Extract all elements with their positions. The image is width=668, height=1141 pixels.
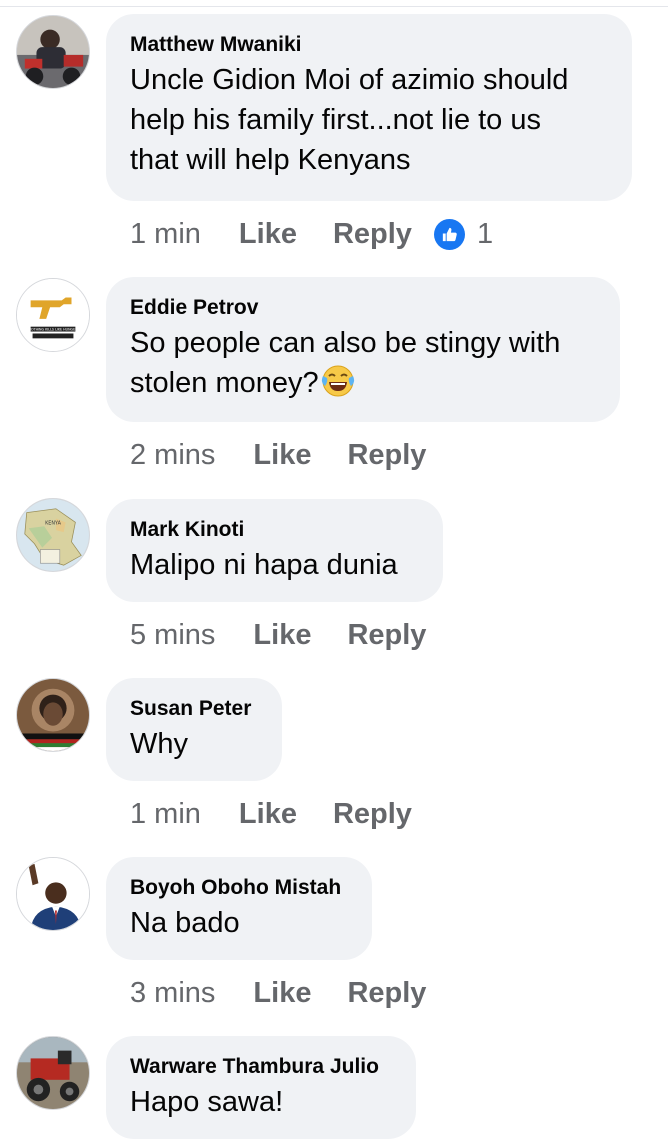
reaction-summary[interactable]: 1 <box>433 217 494 251</box>
comment-bubble: Mark Kinoti Malipo ni hapa dunia <box>106 499 443 602</box>
top-divider <box>0 0 668 7</box>
comment-author[interactable]: Susan Peter <box>130 696 258 722</box>
avatar[interactable] <box>16 1036 90 1110</box>
comment-timestamp[interactable]: 3 mins <box>130 977 215 1010</box>
like-button[interactable]: Like <box>253 619 311 652</box>
like-button[interactable]: Like <box>239 798 297 831</box>
avatar[interactable]: NOTHING KILLS LIKE HUNGER <box>16 278 90 352</box>
gun-logo-icon: NOTHING KILLS LIKE HUNGER <box>17 279 89 351</box>
portrait-photo-icon <box>17 679 89 751</box>
reply-button[interactable]: Reply <box>347 977 426 1010</box>
tractor-photo-icon <box>17 1037 89 1109</box>
reaction-count: 1 <box>476 217 494 250</box>
like-button[interactable]: Like <box>239 218 297 251</box>
avatar[interactable] <box>16 857 90 931</box>
avatar[interactable] <box>16 15 90 89</box>
comment-author[interactable]: Matthew Mwaniki <box>130 32 608 58</box>
comment-text: Malipo ni hapa dunia <box>130 549 398 581</box>
comment-text: So people can also be stingy with stolen… <box>130 327 561 399</box>
reply-button[interactable]: Reply <box>333 798 412 831</box>
face-with-tears-of-joy-icon <box>321 364 355 398</box>
comment-text: Why <box>130 728 188 760</box>
comment-text: Na bado <box>130 907 240 939</box>
reply-button[interactable]: Reply <box>347 439 426 472</box>
like-button[interactable]: Like <box>253 977 311 1010</box>
thumbs-up-icon <box>433 218 465 250</box>
person-photo-icon <box>17 16 89 88</box>
comment-bubble: Matthew Mwaniki Uncle Gidion Moi of azim… <box>106 14 632 201</box>
comment-actions: 5 mins Like Reply <box>130 615 426 655</box>
comment-author[interactable]: Eddie Petrov <box>130 295 596 321</box>
comment-actions: 3 mins Like Reply <box>130 973 426 1013</box>
comment-author[interactable]: Boyoh Oboho Mistah <box>130 875 348 901</box>
comment-bubble: Boyoh Oboho Mistah Na bado <box>106 857 372 960</box>
avatar[interactable] <box>16 678 90 752</box>
comment-author[interactable]: Warware Thambura Julio <box>130 1054 392 1080</box>
reply-button[interactable]: Reply <box>333 218 412 251</box>
comment-actions: 1 min Like Reply 1 <box>130 214 493 254</box>
comment-bubble: Susan Peter Why <box>106 678 282 781</box>
comment-actions: 2 mins Like Reply <box>130 435 426 475</box>
comment-text: Uncle Gidion Moi of azimio should help h… <box>130 64 569 176</box>
reply-button[interactable]: Reply <box>347 619 426 652</box>
svg-text:KENYA: KENYA <box>45 520 61 526</box>
like-button[interactable]: Like <box>253 439 311 472</box>
comment-timestamp[interactable]: 1 min <box>130 218 201 251</box>
avatar[interactable]: KENYA <box>16 498 90 572</box>
comment-bubble: Eddie Petrov So people can also be sting… <box>106 277 620 422</box>
comment-author[interactable]: Mark Kinoti <box>130 517 419 543</box>
comment-text: Hapo sawa! <box>130 1086 284 1118</box>
comment-actions: 1 min Like Reply <box>130 794 412 834</box>
man-waving-photo-icon <box>17 858 89 930</box>
svg-text:NOTHING KILLS LIKE HUNGER: NOTHING KILLS LIKE HUNGER <box>29 328 79 332</box>
kenya-map-icon: KENYA <box>17 499 89 571</box>
comment-bubble: Warware Thambura Julio Hapo sawa! <box>106 1036 416 1139</box>
comment-timestamp[interactable]: 5 mins <box>130 619 215 652</box>
comment-timestamp[interactable]: 2 mins <box>130 439 215 472</box>
comment-timestamp[interactable]: 1 min <box>130 798 201 831</box>
